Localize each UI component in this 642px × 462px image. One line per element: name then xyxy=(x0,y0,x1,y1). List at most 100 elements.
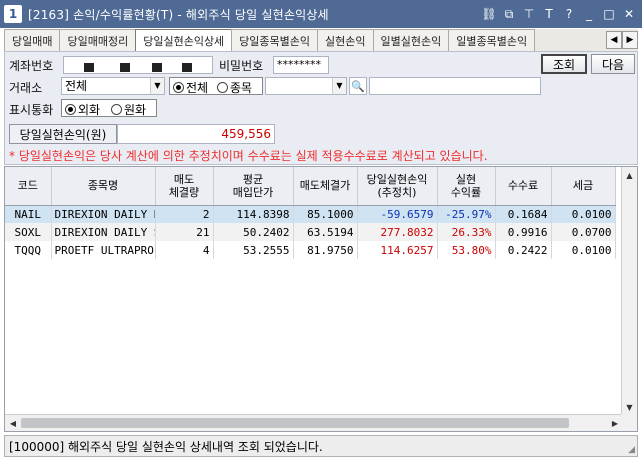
font-icon[interactable]: T xyxy=(540,4,558,24)
column-header-commission[interactable]: 수수료 xyxy=(495,167,552,206)
account-number-field[interactable] xyxy=(63,56,213,74)
pin-icon[interactable]: ⊤ xyxy=(520,4,538,24)
cell-code: NAIL xyxy=(5,205,52,223)
next-button[interactable]: 다음 xyxy=(591,54,635,74)
scroll-up-icon[interactable]: ▲ xyxy=(622,167,637,183)
exchange-select[interactable]: 전체 ▼ xyxy=(61,77,165,95)
column-header-realized-pnl[interactable]: 당일실현손익 (추정치) xyxy=(357,167,438,206)
table-row[interactable]: TQQQ PROETF ULTRAPRO 4 53.2555 81.9750 1… xyxy=(5,241,616,259)
header-text: 코드 xyxy=(17,179,38,193)
chevron-down-icon[interactable]: ▼ xyxy=(332,78,346,94)
column-header-tax[interactable]: 세금 xyxy=(551,167,616,206)
tab-scroll-buttons: ◀ ▶ xyxy=(606,29,638,49)
cell-realized-pnl: 277.8032 xyxy=(357,223,438,241)
header-text: 종목명 xyxy=(87,179,119,193)
tab-daily-trades-summary[interactable]: 당일매매정리 xyxy=(59,29,137,51)
header-text: 매도체결가 xyxy=(299,179,351,193)
tab-daily-realized-pnl[interactable]: 일별실현손익 xyxy=(372,29,450,51)
cell-tax: 0.0100 xyxy=(551,241,616,259)
column-header-sell-price[interactable]: 매도체결가 xyxy=(293,167,358,206)
scope-all-label: 전체 xyxy=(186,81,209,95)
header-text: 세금 xyxy=(572,179,594,193)
account-mask xyxy=(152,63,162,72)
vertical-scrollbar[interactable]: ▲ ▼ xyxy=(621,167,637,415)
tab-next-button[interactable]: ▶ xyxy=(622,31,638,49)
close-icon[interactable]: ✕ xyxy=(620,4,638,24)
cell-realized-pnl: -59.6579 xyxy=(357,205,438,223)
radio-unselected-icon xyxy=(217,82,228,93)
window-title: [2163] 손익/수익률현황(T) - 해외주식 당일 실현손익상세 xyxy=(28,7,329,22)
scope-all-radio[interactable]: 전체 xyxy=(173,79,208,96)
help-icon[interactable]: ? xyxy=(560,4,578,24)
scrollbar-corner xyxy=(621,414,637,431)
account-mask xyxy=(120,63,130,72)
password-label: 비밀번호 xyxy=(219,59,264,73)
cell-return-rate: 26.33% xyxy=(437,223,496,241)
tab-daily-realized-pnl-detail[interactable]: 당일실현손익상세 xyxy=(135,29,233,52)
daily-realized-pnl-label: 당일실현손익(원) xyxy=(9,124,117,144)
scroll-left-icon[interactable]: ◀ xyxy=(5,415,21,431)
tab-daily-trades[interactable]: 당일매매 xyxy=(4,29,61,51)
header-text: 실현 수익률 xyxy=(450,172,482,199)
cell-name: PROETF ULTRAPRO xyxy=(51,241,156,259)
cell-code: SOXL xyxy=(5,223,52,241)
column-header-return-rate[interactable]: 실현 수익률 xyxy=(437,167,496,206)
currency-foreign-radio[interactable]: 외화 xyxy=(65,101,100,118)
window-controls: ⛓ ⧉ ⊤ T ? _ □ ✕ xyxy=(480,4,638,24)
screen-number-badge: 1 xyxy=(4,5,22,23)
link-icon[interactable]: ⛓ xyxy=(480,4,498,24)
cell-sell-price: 85.1000 xyxy=(293,205,358,223)
password-field[interactable]: ******** xyxy=(273,56,329,74)
account-mask xyxy=(182,63,192,72)
table-row[interactable]: SOXL DIREXION DAILY S 21 50.2402 63.5194… xyxy=(5,223,616,241)
currency-krw-label: 원화 xyxy=(124,103,147,117)
stock-code-select[interactable]: ▼ xyxy=(265,77,347,95)
cell-sell-qty: 2 xyxy=(155,205,214,223)
search-icon[interactable]: 🔍 xyxy=(349,77,367,95)
cell-sell-qty: 21 xyxy=(155,223,214,241)
column-header-name[interactable]: 종목명 xyxy=(51,167,156,206)
cell-sell-qty: 4 xyxy=(155,241,214,259)
query-panel: 계좌번호 비밀번호 ******** 조회 다음 거래소 전체 ▼ 전체 종목 … xyxy=(4,51,638,165)
cell-return-rate: -25.97% xyxy=(437,205,496,223)
cell-commission: 0.9916 xyxy=(495,223,552,241)
stock-name-field[interactable] xyxy=(369,77,541,95)
tab-realized-pnl[interactable]: 실현손익 xyxy=(317,29,374,51)
column-header-sell-qty[interactable]: 매도 체결량 xyxy=(155,167,214,206)
currency-krw-radio[interactable]: 원화 xyxy=(111,101,146,118)
cell-name: DIREXION DAILY H xyxy=(51,205,156,223)
cell-commission: 0.2422 xyxy=(495,241,552,259)
column-header-avg-buy-price[interactable]: 평균 매입단가 xyxy=(213,167,294,206)
scroll-down-icon[interactable]: ▼ xyxy=(622,399,637,415)
horizontal-scroll-thumb[interactable] xyxy=(21,418,569,428)
horizontal-scrollbar[interactable]: ◀ ▶ xyxy=(5,414,623,431)
cell-tax: 0.0700 xyxy=(551,223,616,241)
table-row[interactable]: NAIL DIREXION DAILY H 2 114.8398 85.1000… xyxy=(5,205,616,223)
exchange-label: 거래소 xyxy=(9,81,43,95)
maximize-icon[interactable]: □ xyxy=(600,4,618,24)
exchange-value: 전체 xyxy=(65,79,88,93)
column-header-code[interactable]: 코드 xyxy=(5,167,52,206)
minimize-icon[interactable]: _ xyxy=(580,4,598,24)
status-bar: [100000] 해외주식 당일 실현손익 상세내역 조회 되었습니다. ◢ xyxy=(4,435,638,457)
radio-unselected-icon xyxy=(111,104,122,115)
scope-stock-radio[interactable]: 종목 xyxy=(217,79,252,96)
status-message: [100000] 해외주식 당일 실현손익 상세내역 조회 되었습니다. xyxy=(9,439,323,454)
cell-name: DIREXION DAILY S xyxy=(51,223,156,241)
tab-bar: 당일매매 당일매매정리 당일실현손익상세 당일종목별손익 실현손익 일별실현손익… xyxy=(4,29,638,52)
cell-commission: 0.1684 xyxy=(495,205,552,223)
estimate-notice: * 당일실현손익은 당사 계산에 의한 추정치이며 수수료는 실제 적용수수료로… xyxy=(9,149,488,163)
tab-prev-button[interactable]: ◀ xyxy=(606,31,622,49)
cell-tax: 0.0100 xyxy=(551,205,616,223)
cell-return-rate: 53.80% xyxy=(437,241,496,259)
resize-grip-icon[interactable]: ◢ xyxy=(628,445,635,455)
tab-daily-pnl-by-stock-history[interactable]: 일별종목별손익 xyxy=(448,29,536,51)
query-button[interactable]: 조회 xyxy=(541,54,587,74)
chevron-down-icon[interactable]: ▼ xyxy=(150,78,164,94)
cell-realized-pnl: 114.6257 xyxy=(357,241,438,259)
tab-daily-pnl-by-stock[interactable]: 당일종목별손익 xyxy=(231,29,319,51)
account-mask xyxy=(84,63,94,72)
cell-avg-buy-price: 53.2555 xyxy=(213,241,294,259)
radio-selected-icon xyxy=(173,82,184,93)
copy-icon[interactable]: ⧉ xyxy=(500,4,518,24)
